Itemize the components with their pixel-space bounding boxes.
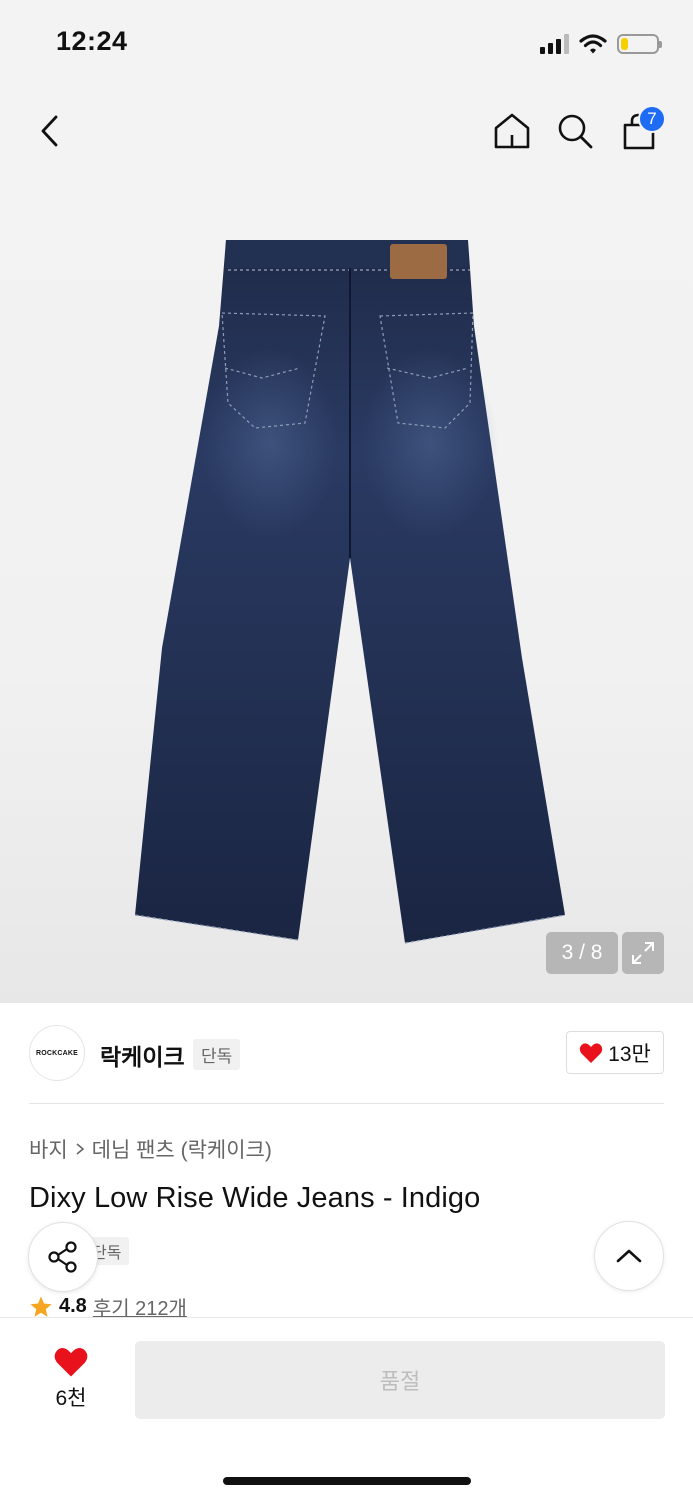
- product-image: [134, 240, 566, 944]
- brand-like-button[interactable]: 13만: [566, 1031, 664, 1074]
- status-time: 12:24: [56, 26, 128, 56]
- home-icon: [494, 113, 530, 149]
- brand-exclusive-tag: 단독: [193, 1039, 241, 1070]
- scroll-top-button[interactable]: [594, 1221, 664, 1291]
- breadcrumb-item[interactable]: 데님 팬츠 (락케이크): [92, 1134, 272, 1164]
- breadcrumb-item[interactable]: 바지: [29, 1134, 68, 1164]
- chevron-right-icon: [76, 1143, 84, 1155]
- brand-row: ROCKCAKE 락케이크 단독 13만: [0, 1003, 693, 1103]
- status-bar: 12:24: [0, 0, 693, 88]
- nav-bar: 7: [0, 88, 693, 178]
- star-icon: [30, 1296, 52, 1317]
- cellular-signal-icon: [540, 34, 569, 54]
- cart-button[interactable]: 7: [614, 105, 666, 156]
- heart-icon: [54, 1348, 88, 1377]
- back-button[interactable]: [25, 106, 75, 156]
- bottom-action-bar: 6천 품절: [0, 1317, 693, 1500]
- brand-name[interactable]: 락케이크: [100, 1038, 185, 1072]
- soldout-button[interactable]: 품절: [135, 1341, 665, 1419]
- wifi-icon: [579, 34, 607, 54]
- wish-count: 6천: [55, 1387, 87, 1410]
- expand-icon: [632, 942, 654, 964]
- battery-icon: [617, 34, 662, 54]
- home-button[interactable]: [487, 106, 537, 156]
- image-counter: 3 / 8: [546, 932, 618, 974]
- expand-button[interactable]: [622, 932, 664, 974]
- chevron-left-icon: [41, 115, 58, 147]
- wish-button[interactable]: 6천: [36, 1346, 106, 1416]
- heart-icon: [579, 1042, 603, 1063]
- search-icon: [558, 114, 593, 149]
- battery-fill: [621, 38, 628, 50]
- divider: [29, 1103, 664, 1104]
- chevron-up-icon: [616, 1249, 642, 1263]
- share-icon: [48, 1241, 77, 1273]
- cart-badge: 7: [638, 105, 666, 133]
- home-indicator: [223, 1477, 471, 1485]
- product-image-gallery[interactable]: 3 / 8: [0, 178, 693, 1003]
- status-icons: [540, 30, 662, 58]
- rating-value: 4.8: [59, 1295, 87, 1317]
- brand-logo[interactable]: ROCKCAKE: [29, 1025, 85, 1081]
- brand-like-count: 13만: [608, 1042, 651, 1066]
- product-title: Dixy Low Rise Wide Jeans - Indigo: [29, 1182, 481, 1214]
- search-button[interactable]: [550, 106, 600, 156]
- share-button[interactable]: [28, 1222, 98, 1292]
- breadcrumb: 바지 데님 팬츠 (락케이크): [29, 1134, 272, 1164]
